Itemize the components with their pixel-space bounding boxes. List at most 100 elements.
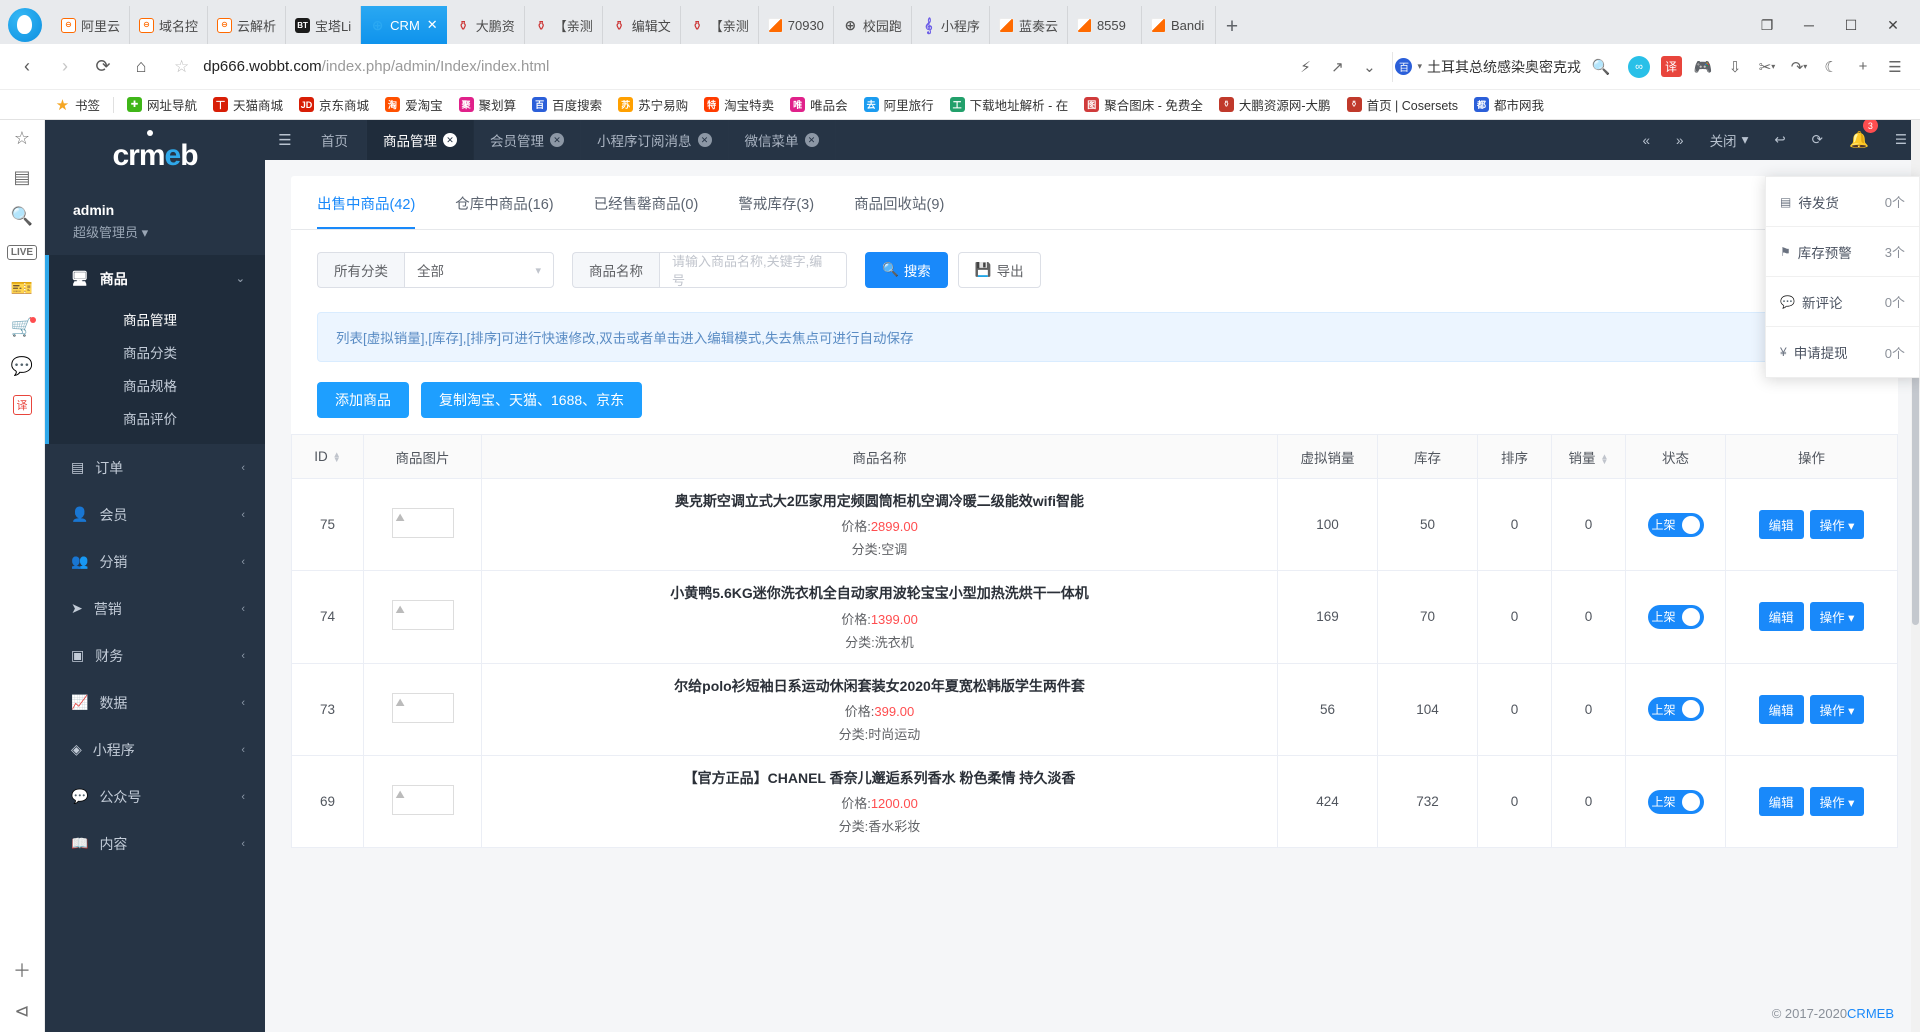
cell-virtual-sales[interactable]: 100 bbox=[1278, 479, 1378, 571]
cell-sort[interactable]: 0 bbox=[1478, 571, 1552, 663]
translate-extension-icon[interactable]: 译 bbox=[1656, 52, 1686, 82]
undo-button[interactable]: ↩ bbox=[1761, 120, 1798, 160]
sidebar-item-财务[interactable]: ▣财务‹ bbox=[45, 632, 265, 679]
sidebar-toggle-icon[interactable]: ☰ bbox=[265, 131, 305, 149]
search-button[interactable]: 🔍 搜索 bbox=[865, 252, 948, 288]
browser-tab-1[interactable]: ⊖域名控 bbox=[130, 6, 208, 44]
name-filter[interactable]: 商品名称 请输入商品名称,关键字,编号 bbox=[572, 252, 847, 288]
browser-tab-4[interactable]: ⊕CRM✕ bbox=[361, 6, 447, 44]
product-thumbnail[interactable] bbox=[392, 508, 454, 538]
browser-menu-icon[interactable]: ☰ bbox=[1880, 52, 1910, 82]
notification-row-待发货[interactable]: ▤待发货0个 bbox=[1766, 177, 1919, 227]
browser-tab-0[interactable]: ⊖阿里云 bbox=[52, 6, 130, 44]
category-select[interactable]: 全部 ▾ bbox=[404, 252, 554, 288]
close-icon[interactable]: ✕ bbox=[805, 133, 819, 147]
extension-infinity-icon[interactable]: ∞ bbox=[1624, 52, 1654, 82]
tabs-prev-button[interactable]: « bbox=[1630, 120, 1664, 160]
download-icon[interactable]: ⇩ bbox=[1720, 52, 1750, 82]
sidebar-subitem-商品分类[interactable]: 商品分类 bbox=[49, 335, 265, 368]
bookmark-item-11[interactable]: 工下载地址解析 - 在 bbox=[943, 92, 1076, 117]
status-toggle[interactable]: 上架 bbox=[1648, 513, 1704, 537]
bookmark-item-1[interactable]: ✚网址导航 bbox=[120, 92, 204, 117]
sidebar-item-小程序[interactable]: ◈小程序‹ bbox=[45, 726, 265, 773]
sort-icon[interactable]: ▲▼ bbox=[1601, 454, 1609, 464]
cell-sort[interactable]: 0 bbox=[1478, 755, 1552, 847]
game-icon[interactable]: 🎮 bbox=[1688, 52, 1718, 82]
cell-sort[interactable]: 0 bbox=[1478, 663, 1552, 755]
search-icon[interactable]: 🔍 bbox=[11, 206, 33, 227]
sidebar-item-数据[interactable]: 📈数据‹ bbox=[45, 679, 265, 726]
bookmark-item-14[interactable]: ⚱首页 | Cosersets bbox=[1340, 92, 1465, 117]
product-thumbnail[interactable] bbox=[392, 785, 454, 815]
wallet-icon[interactable]: 🎫 bbox=[11, 278, 33, 299]
window-maximize-button[interactable]: ☐ bbox=[1832, 12, 1870, 38]
export-button[interactable]: 💾 导出 bbox=[958, 252, 1041, 288]
admin-tab-首页[interactable]: 首页 bbox=[305, 120, 367, 160]
product-name-input[interactable]: 请输入商品名称,关键字,编号 bbox=[659, 252, 847, 288]
browser-tab-2[interactable]: ⊖云解析 bbox=[208, 6, 286, 44]
window-minimize-button[interactable]: ─ bbox=[1790, 12, 1828, 38]
bookmark-item-15[interactable]: 都都市网我 bbox=[1467, 92, 1551, 117]
admin-tab-商品管理[interactable]: 商品管理✕ bbox=[367, 120, 474, 160]
translate-icon[interactable]: 译 bbox=[13, 395, 32, 415]
operations-button[interactable]: 操作 ▾ bbox=[1810, 787, 1865, 816]
browser-tab-13[interactable]: 8559 bbox=[1068, 6, 1142, 44]
scissors-caret-icon[interactable]: ▾ bbox=[1771, 62, 1775, 71]
trending-search-text[interactable]: 土耳其总统感染奥密克戎 bbox=[1427, 57, 1581, 77]
history-icon[interactable]: ↷▾ bbox=[1784, 52, 1814, 82]
product-tab-0[interactable]: 出售中商品(42) bbox=[317, 176, 415, 229]
cell-stock[interactable]: 70 bbox=[1378, 571, 1478, 663]
product-tab-3[interactable]: 警戒库存(3) bbox=[738, 176, 814, 229]
product-thumbnail[interactable] bbox=[392, 600, 454, 630]
sidebar-subitem-商品规格[interactable]: 商品规格 bbox=[49, 368, 265, 401]
sidebar-item-会员[interactable]: 👤会员‹ bbox=[45, 491, 265, 538]
chat-icon[interactable]: 💬 bbox=[11, 356, 33, 377]
table-col-销量[interactable]: 销量▲▼ bbox=[1552, 435, 1626, 479]
screenshot-scissors-icon[interactable]: ✂▾ bbox=[1752, 52, 1782, 82]
cell-stock[interactable]: 104 bbox=[1378, 663, 1478, 755]
cell-sort[interactable]: 0 bbox=[1478, 479, 1552, 571]
browser-tab-8[interactable]: ⚱【亲测 bbox=[681, 6, 759, 44]
sidebar-user-box[interactable]: admin 超级管理员 ▾ bbox=[45, 192, 265, 255]
sidebar-subitem-商品管理[interactable]: 商品管理 bbox=[49, 302, 265, 335]
browser-tab-12[interactable]: 蓝奏云 bbox=[990, 6, 1068, 44]
cell-virtual-sales[interactable]: 424 bbox=[1278, 755, 1378, 847]
sidebar-item-订单[interactable]: ▤订单‹ bbox=[45, 444, 265, 491]
notification-row-库存预警[interactable]: ⚑库存预警3个 bbox=[1766, 227, 1919, 277]
close-tabs-button[interactable]: 关闭▾ bbox=[1697, 120, 1762, 160]
product-tab-2[interactable]: 已经售罄商品(0) bbox=[594, 176, 699, 229]
bookmark-item-3[interactable]: JD京东商城 bbox=[292, 92, 376, 117]
back-button[interactable]: ‹ bbox=[10, 50, 44, 84]
browser-tab-3[interactable]: BT宝塔Li bbox=[286, 6, 361, 44]
add-product-button[interactable]: 添加商品 bbox=[317, 382, 409, 418]
notification-row-申请提现[interactable]: ¥申请提现0个 bbox=[1766, 327, 1919, 377]
bookmark-item-8[interactable]: 特淘宝特卖 bbox=[697, 92, 781, 117]
edit-button[interactable]: 编辑 bbox=[1759, 787, 1804, 816]
reload-button[interactable]: ⟳ bbox=[86, 50, 120, 84]
close-icon[interactable]: ✕ bbox=[550, 133, 564, 147]
cell-virtual-sales[interactable]: 56 bbox=[1278, 663, 1378, 755]
bookmark-item-2[interactable]: 丅天猫商城 bbox=[206, 92, 290, 117]
notifications-bell-button[interactable]: 🔔 3 bbox=[1836, 120, 1882, 160]
admin-tab-会员管理[interactable]: 会员管理✕ bbox=[474, 120, 581, 160]
sidebar-item-营销[interactable]: ➤营销‹ bbox=[45, 585, 265, 632]
bookmark-item-12[interactable]: 图聚合图床 - 免费全 bbox=[1077, 92, 1210, 117]
bookmark-item-10[interactable]: 去阿里旅行 bbox=[857, 92, 941, 117]
copy-product-button[interactable]: 复制淘宝、天猫、1688、京东 bbox=[421, 382, 642, 418]
chip-caret-icon[interactable]: ▾ bbox=[1417, 61, 1422, 72]
sidebar-item-内容[interactable]: 📖内容‹ bbox=[45, 820, 265, 867]
omnibox-search-chip[interactable]: 百 ▾ 土耳其总统感染奥密克戎 🔍 bbox=[1392, 52, 1622, 82]
sidebar-item-商品[interactable]: 🖥商品⌄ bbox=[49, 255, 265, 302]
sidebar-subitem-商品评价[interactable]: 商品评价 bbox=[49, 401, 265, 434]
bookmark-item-7[interactable]: 苏苏宁易购 bbox=[611, 92, 695, 117]
window-restore-button[interactable]: ❐ bbox=[1748, 12, 1786, 38]
live-icon[interactable]: LIVE bbox=[7, 245, 37, 260]
share-icon[interactable]: ↗ bbox=[1322, 52, 1352, 82]
cell-stock[interactable]: 732 bbox=[1378, 755, 1478, 847]
close-icon[interactable]: ✕ bbox=[698, 133, 712, 147]
table-col-ID[interactable]: ID▲▼ bbox=[292, 435, 364, 479]
scrollbar-thumb[interactable] bbox=[1912, 335, 1919, 625]
sort-icon[interactable]: ▲▼ bbox=[333, 452, 341, 462]
lightning-icon[interactable]: ⚡ bbox=[1290, 52, 1320, 82]
product-thumbnail[interactable] bbox=[392, 693, 454, 723]
